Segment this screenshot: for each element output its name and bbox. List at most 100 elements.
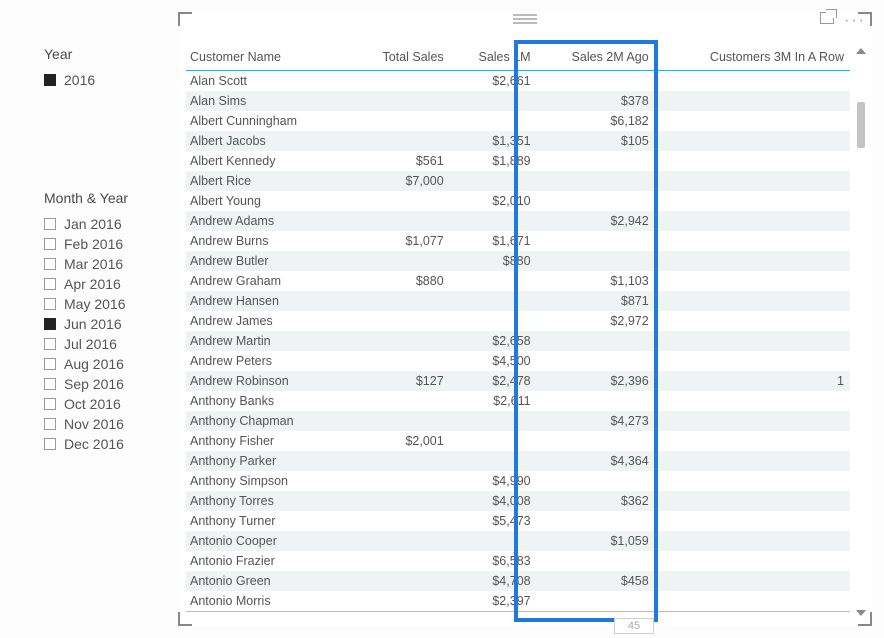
scroll-up-icon[interactable] xyxy=(856,48,866,54)
cell-m2: $2,942 xyxy=(537,211,655,231)
cell-m2: $362 xyxy=(537,491,655,511)
cell-name: Albert Cunningham xyxy=(186,111,349,131)
col-header-3m[interactable]: Customers 3M In A Row xyxy=(655,44,850,71)
slicer-month-label: May 2016 xyxy=(64,296,125,312)
checkbox-icon[interactable] xyxy=(44,438,56,450)
resize-handle-tl[interactable] xyxy=(178,12,192,26)
checkbox-icon[interactable] xyxy=(44,358,56,370)
table-row[interactable]: Anthony Torres$4,008$362 xyxy=(186,491,850,511)
vertical-scrollbar[interactable] xyxy=(856,48,866,616)
slicer-month-item[interactable]: Jan 2016 xyxy=(44,214,164,234)
drag-handle-icon[interactable] xyxy=(513,14,537,24)
slicer-month-item[interactable]: Jul 2016 xyxy=(44,334,164,354)
table-row[interactable]: Antonio Morris$2,397 xyxy=(186,591,850,612)
table-row[interactable]: Albert Kennedy$561$1,889 xyxy=(186,151,850,171)
report-canvas: Year 2016 Month & Year Jan 2016Feb 2016M… xyxy=(0,0,884,638)
cell-name: Antonio Frazier xyxy=(186,551,349,571)
checkbox-icon[interactable] xyxy=(44,74,56,86)
table-row[interactable]: Anthony Simpson$4,990 xyxy=(186,471,850,491)
table-row[interactable]: Andrew Hansen$871 xyxy=(186,291,850,311)
cell-total xyxy=(349,71,450,92)
table-header-row: Customer Name Total Sales Sales LM Sales… xyxy=(186,44,850,71)
slicer-month-item[interactable]: Oct 2016 xyxy=(44,394,164,414)
cell-lm xyxy=(450,211,537,231)
table-row[interactable]: Andrew Butler$880 xyxy=(186,251,850,271)
table-row[interactable]: Anthony Chapman$4,273 xyxy=(186,411,850,431)
slicer-month-item[interactable]: Apr 2016 xyxy=(44,274,164,294)
cell-total xyxy=(349,391,450,411)
slicer-month-label: Feb 2016 xyxy=(64,236,123,252)
table-row[interactable]: Alan Sims$378 xyxy=(186,91,850,111)
checkbox-icon[interactable] xyxy=(44,398,56,410)
checkbox-icon[interactable] xyxy=(44,238,56,250)
slicer-month-item[interactable]: Jun 2016 xyxy=(44,314,164,334)
table-row[interactable]: Andrew James $2,972 xyxy=(186,311,850,331)
checkbox-icon[interactable] xyxy=(44,338,56,350)
cell-name: Andrew James xyxy=(186,311,349,331)
checkbox-icon[interactable] xyxy=(44,318,56,330)
table-row[interactable]: Antonio Cooper$1,059 xyxy=(186,531,850,551)
checkbox-icon[interactable] xyxy=(44,378,56,390)
table-row[interactable]: Anthony Banks$2,611 xyxy=(186,391,850,411)
table-row[interactable]: Anthony Fisher$2,001 xyxy=(186,431,850,451)
table-row[interactable]: Andrew Burns$1,077$1,671 xyxy=(186,231,850,251)
cell-lm xyxy=(450,451,537,471)
slicer-month-item[interactable]: Aug 2016 xyxy=(44,354,164,374)
table-row[interactable]: Albert Rice$7,000 xyxy=(186,171,850,191)
table-row[interactable]: Anthony Turner$5,473 xyxy=(186,511,850,531)
cell-c3 xyxy=(655,551,850,571)
slicer-month: Month & Year Jan 2016Feb 2016Mar 2016Apr… xyxy=(44,190,164,454)
col-header-total[interactable]: Total Sales xyxy=(349,44,450,71)
col-header-customer[interactable]: Customer Name xyxy=(186,44,349,71)
focus-mode-icon[interactable] xyxy=(820,12,834,24)
checkbox-icon[interactable] xyxy=(44,278,56,290)
table-row[interactable]: Anthony Parker$4,364 xyxy=(186,451,850,471)
cell-total xyxy=(349,411,450,431)
table-row[interactable]: Albert Jacobs$1,351$105 xyxy=(186,131,850,151)
more-options-icon[interactable]: ··· xyxy=(844,12,866,30)
table-row[interactable]: Alan Scott$2,661 xyxy=(186,71,850,92)
cell-m2: $2,972 xyxy=(537,311,655,331)
cell-m2: $4,364 xyxy=(537,451,655,471)
col-header-lm[interactable]: Sales LM xyxy=(450,44,537,71)
scroll-down-icon[interactable] xyxy=(856,610,866,616)
cell-c3 xyxy=(655,131,850,151)
cell-name: Andrew Martin xyxy=(186,331,349,351)
cell-m2 xyxy=(537,331,655,351)
checkbox-icon[interactable] xyxy=(44,418,56,430)
checkbox-icon[interactable] xyxy=(44,218,56,230)
slicer-month-item[interactable]: Feb 2016 xyxy=(44,234,164,254)
slicer-month-item[interactable]: Sep 2016 xyxy=(44,374,164,394)
checkbox-icon[interactable] xyxy=(44,258,56,270)
table-row[interactable]: Andrew Graham$880$1,103 xyxy=(186,271,850,291)
cell-lm xyxy=(450,91,537,111)
table-row[interactable]: Albert Young$2,010 xyxy=(186,191,850,211)
cell-name: Andrew Peters xyxy=(186,351,349,371)
table-row[interactable]: Antonio Frazier$6,583 xyxy=(186,551,850,571)
cell-m2 xyxy=(537,511,655,531)
cell-c3 xyxy=(655,111,850,131)
table-row[interactable]: Andrew Robinson$127$2,478$2,3961 xyxy=(186,371,850,391)
table-visual[interactable]: ··· Customer Name Total Sales Sales LM S… xyxy=(178,12,872,626)
cell-total: $7,000 xyxy=(349,171,450,191)
checkbox-icon[interactable] xyxy=(44,298,56,310)
total-lm: $865,939 xyxy=(450,612,537,619)
table-row[interactable]: Antonio Green$4,708$458 xyxy=(186,571,850,591)
slicer-month-item[interactable]: May 2016 xyxy=(44,294,164,314)
cell-c3 xyxy=(655,71,850,92)
table-row[interactable]: Andrew Martin$2,658 xyxy=(186,331,850,351)
cell-c3 xyxy=(655,511,850,531)
cell-lm: $2,611 xyxy=(450,391,537,411)
slicer-year-item[interactable]: 2016 xyxy=(44,70,164,90)
cell-name: Antonio Green xyxy=(186,571,349,591)
slicer-month-item[interactable]: Nov 2016 xyxy=(44,414,164,434)
slicer-month-item[interactable]: Dec 2016 xyxy=(44,434,164,454)
cell-c3 xyxy=(655,151,850,171)
table-row[interactable]: Andrew Peters$4,500 xyxy=(186,351,850,371)
col-header-2m[interactable]: Sales 2M Ago xyxy=(537,44,655,71)
scroll-thumb[interactable] xyxy=(857,102,865,148)
table-row[interactable]: Albert Cunningham$6,182 xyxy=(186,111,850,131)
cell-c3 xyxy=(655,471,850,491)
table-row[interactable]: Andrew Adams$2,942 xyxy=(186,211,850,231)
slicer-month-item[interactable]: Mar 2016 xyxy=(44,254,164,274)
